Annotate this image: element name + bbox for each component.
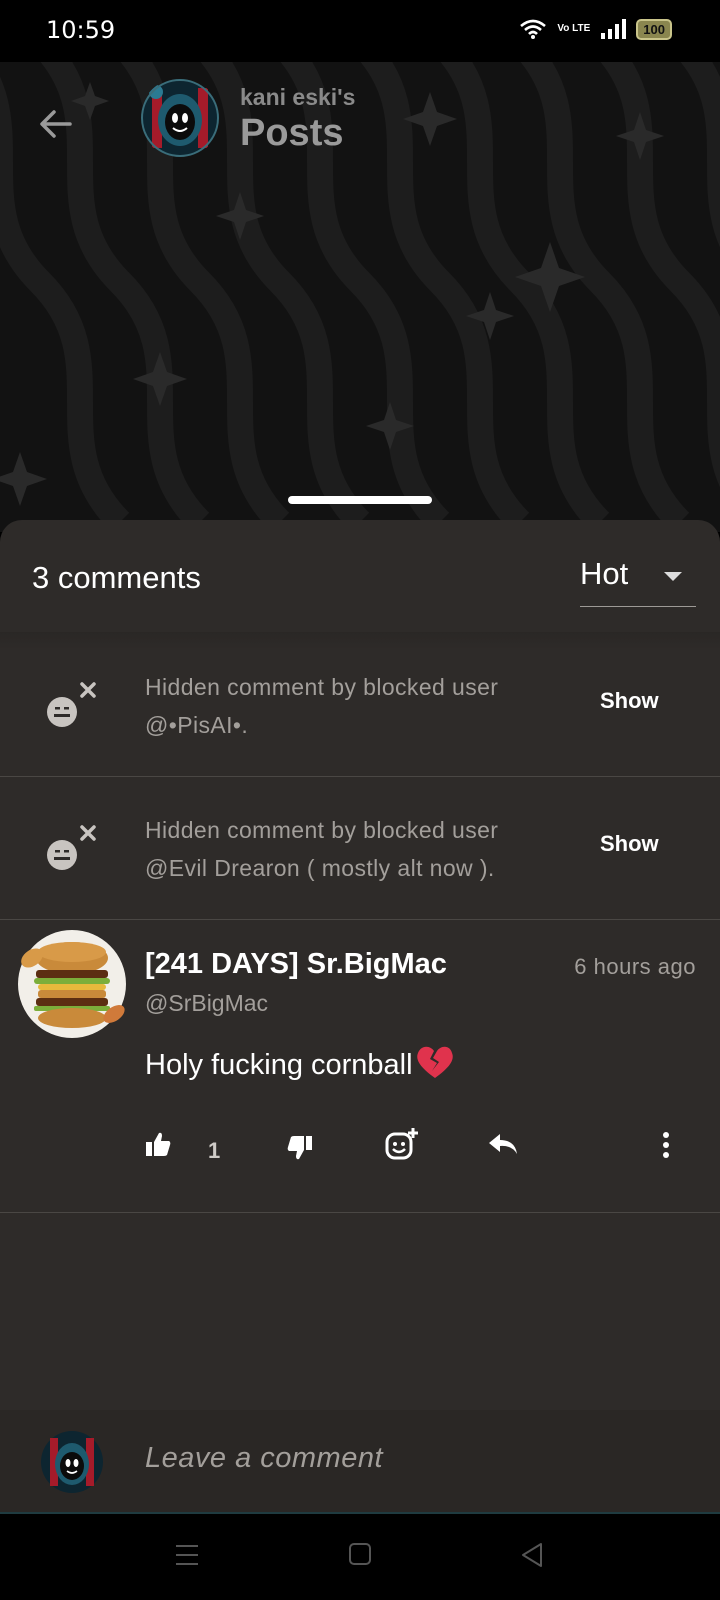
thumbs-down-icon[interactable] (286, 1134, 314, 1162)
signal-icon (601, 19, 627, 39)
status-bar: 10:59 Vo LTE 100 (0, 0, 720, 62)
like-count: 1 (208, 1138, 221, 1163)
blocked-user-icon (47, 682, 96, 727)
user-avatar (41, 1431, 103, 1493)
show-comment-button[interactable]: Show (600, 831, 659, 857)
volte-indicator: Vo LTE (557, 23, 591, 34)
profile-avatar[interactable] (140, 78, 220, 158)
thumbs-up-icon[interactable] (144, 1130, 172, 1158)
sort-dropdown[interactable]: Hot (580, 548, 696, 607)
menu-icon[interactable] (174, 1542, 200, 1568)
reply-icon[interactable] (486, 1130, 520, 1158)
system-nav-bar (0, 1514, 720, 1600)
profile-header: kani eski's Posts (0, 62, 720, 532)
comment-item: [241 DAYS] Sr.BigMac 6 hours ago @SrBigM… (0, 920, 720, 1213)
status-icons: Vo LTE 100 (519, 18, 672, 40)
page-title: Posts (240, 112, 344, 154)
comment-text: Holy fucking cornball (145, 1049, 413, 1081)
comment-actions: 1 (0, 1128, 720, 1180)
chevron-down-icon (664, 572, 682, 581)
comment-handle[interactable]: @SrBigMac (145, 990, 268, 1017)
status-time: 10:59 (46, 16, 116, 44)
hidden-comment-text: Hidden comment by blocked user @Evil Dre… (145, 817, 499, 881)
home-icon[interactable] (348, 1542, 372, 1566)
back-arrow-icon[interactable] (34, 102, 78, 146)
hidden-comment-row: Hidden comment by blocked user @•PisAI•.… (0, 634, 720, 777)
back-icon[interactable] (520, 1542, 544, 1568)
show-comment-button[interactable]: Show (600, 688, 659, 714)
header-wave-pattern (0, 62, 720, 532)
comment-input[interactable]: Leave a comment (145, 1442, 383, 1475)
wifi-icon (520, 19, 547, 39)
blocked-user-icon (47, 825, 96, 870)
comment-timestamp: 6 hours ago (574, 954, 696, 979)
comments-sheet: 3 comments Hot Hidden comment by blocked… (0, 520, 720, 1510)
comments-count: 3 comments (32, 560, 201, 595)
sort-selected-value: Hot (580, 556, 629, 591)
comment-composer: Leave a comment (0, 1410, 720, 1514)
broken-heart-icon (416, 1046, 453, 1078)
header-subtitle: kani eski's (240, 84, 356, 110)
hidden-comment-text: Hidden comment by blocked user @•PisAI•. (145, 674, 499, 738)
comment-author[interactable]: [241 DAYS] Sr.BigMac (145, 948, 447, 981)
battery-icon: 100 (636, 18, 672, 40)
more-options-icon[interactable] (660, 1130, 672, 1160)
commenter-avatar[interactable] (16, 928, 128, 1040)
sheet-drag-handle[interactable] (288, 496, 432, 504)
add-reaction-icon[interactable] (384, 1126, 420, 1162)
comment-body: Holy fucking cornball (145, 1044, 455, 1082)
hidden-comment-row: Hidden comment by blocked user @Evil Dre… (0, 777, 720, 920)
